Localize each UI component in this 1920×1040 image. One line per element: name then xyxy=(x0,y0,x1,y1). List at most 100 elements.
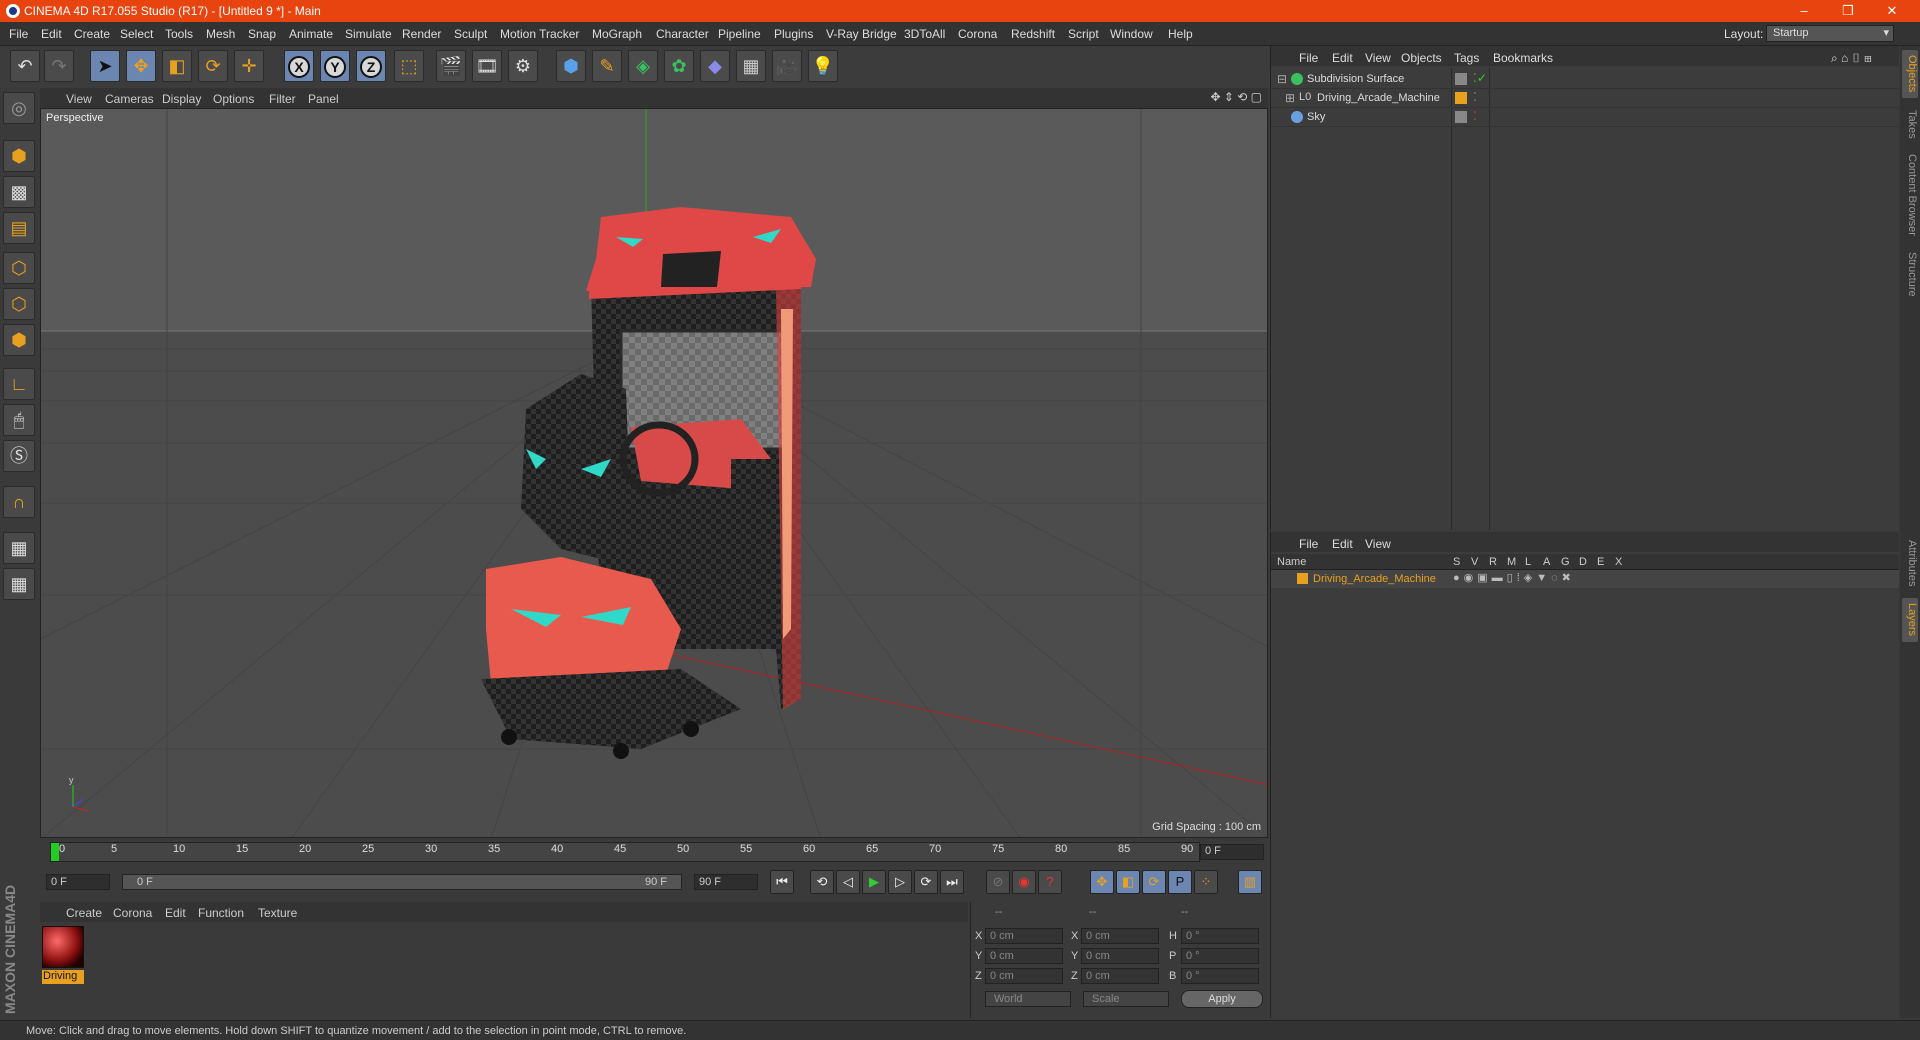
layer-row[interactable]: Driving_Arcade_Machine ●◉▣▬▯⁞◈▼◌✖ xyxy=(1271,570,1899,588)
column-animation[interactable]: A xyxy=(1543,556,1550,568)
key-scale-icon[interactable]: ◧ xyxy=(1116,870,1140,894)
rotate-icon[interactable]: ⟳ xyxy=(198,50,228,82)
cube-object-icon[interactable]: ⬢ xyxy=(556,50,586,82)
polygons-mode-icon[interactable]: ⬢ xyxy=(3,324,35,356)
model-mode-icon[interactable]: ⬢ xyxy=(3,140,35,172)
apply-button[interactable]: Apply xyxy=(1181,990,1263,1008)
material-menu-create[interactable]: Create xyxy=(66,906,102,920)
transform-icon[interactable]: ✛ xyxy=(234,50,264,82)
undo-icon[interactable]: ↶ xyxy=(10,50,40,82)
object-row-sky[interactable]: Sky ⁚ xyxy=(1271,108,1899,127)
tweak-mode-icon[interactable]: 🖱 xyxy=(3,404,35,436)
column-deformers[interactable]: D xyxy=(1579,556,1587,568)
objects-menu-objects[interactable]: Objects xyxy=(1401,51,1442,65)
material-preview-icon[interactable] xyxy=(42,926,84,968)
size-x-field[interactable]: 0 cm xyxy=(1081,928,1159,944)
edges-mode-icon[interactable]: ⬡ xyxy=(3,288,35,320)
autokey-icon[interactable]: ? xyxy=(1038,870,1062,894)
column-xref[interactable]: X xyxy=(1615,556,1622,568)
column-locked[interactable]: L xyxy=(1525,556,1531,568)
make-editable-icon[interactable]: ◎ xyxy=(3,92,35,124)
timeline-window-icon[interactable]: ▥ xyxy=(1238,870,1262,894)
column-view[interactable]: V xyxy=(1471,556,1478,568)
expand-icon[interactable]: ⊞ xyxy=(1285,91,1295,105)
perspective-viewport[interactable]: y Perspective Grid Spacing : 100 cm xyxy=(40,108,1268,838)
material-menu-corona[interactable]: Corona xyxy=(113,906,152,920)
object-row-subdivision-surface[interactable]: ⊟ Subdivision Surface ⁚✓ xyxy=(1271,70,1899,89)
coord-mode-select[interactable]: World xyxy=(985,991,1071,1007)
menu-motion-tracker[interactable]: Motion Tracker xyxy=(500,27,579,41)
collapse-icon[interactable]: ⊟ xyxy=(1277,72,1287,86)
menu-redshift[interactable]: Redshift xyxy=(1011,27,1055,41)
layer-toggle-icons[interactable]: ●◉▣▬▯⁞◈▼◌✖ xyxy=(1453,571,1575,584)
motion-record-icon[interactable]: ⊘ xyxy=(986,870,1010,894)
tab-structure[interactable]: Structure xyxy=(1902,246,1918,302)
menu-mesh[interactable]: Mesh xyxy=(206,27,235,41)
frame-range-slider[interactable]: 0 F 90 F xyxy=(122,874,682,890)
object-search-icon[interactable]: ⌕ ⌂ ▯ ⊞ xyxy=(1831,51,1872,66)
tab-takes[interactable]: Takes xyxy=(1902,104,1918,144)
tab-layers[interactable]: Layers xyxy=(1902,598,1918,642)
grid-snap-icon[interactable]: ▦ xyxy=(3,568,35,600)
objects-menu-view[interactable]: View xyxy=(1365,51,1391,65)
close-icon[interactable]: ✕ xyxy=(1872,2,1912,20)
axis-mode-icon[interactable]: ∟ xyxy=(3,368,35,400)
subdivision-icon[interactable]: ◈ xyxy=(628,50,658,82)
column-generators[interactable]: G xyxy=(1561,556,1570,568)
go-to-end-icon[interactable]: ⏭ xyxy=(940,870,964,894)
redo-icon[interactable]: ↷ xyxy=(44,50,74,82)
x-axis-lock-icon[interactable]: X xyxy=(284,50,314,82)
previous-frame-icon[interactable]: ◁ xyxy=(836,870,860,894)
rotation-b-field[interactable]: 0 ° xyxy=(1181,968,1259,984)
playhead[interactable] xyxy=(51,843,59,861)
start-frame-field[interactable]: 0 F xyxy=(46,874,110,890)
menu-3dtoall[interactable]: 3DToAll xyxy=(904,27,945,41)
go-to-start-icon[interactable]: ⏮ xyxy=(770,870,794,894)
menu-file[interactable]: File xyxy=(9,27,28,41)
column-solo[interactable]: S xyxy=(1453,556,1460,568)
restore-icon[interactable]: ❐ xyxy=(1828,2,1868,20)
workplane-lock-icon[interactable]: ▦ xyxy=(3,532,35,564)
material-menu-texture[interactable]: Texture xyxy=(258,906,297,920)
material-menu-function[interactable]: Function xyxy=(198,906,244,920)
tab-content-browser[interactable]: Content Browser xyxy=(1902,150,1918,240)
menu-render[interactable]: Render xyxy=(402,27,441,41)
viewport-menu-cameras[interactable]: Cameras xyxy=(105,92,154,106)
objects-menu-tags[interactable]: Tags xyxy=(1454,51,1479,65)
next-frame-icon[interactable]: ▷ xyxy=(888,870,912,894)
menu-character[interactable]: Character xyxy=(656,27,709,41)
light-icon[interactable]: 💡 xyxy=(808,50,838,82)
menu-animate[interactable]: Animate xyxy=(289,27,333,41)
mograph-cloner-icon[interactable]: ✿ xyxy=(664,50,694,82)
key-rotation-icon[interactable]: ⟳ xyxy=(1142,870,1166,894)
viewport-menu-view[interactable]: View xyxy=(66,92,92,106)
position-y-field[interactable]: 0 cm xyxy=(985,948,1063,964)
workplane-icon[interactable]: ▤ xyxy=(3,212,35,244)
layers-menu-view[interactable]: View xyxy=(1365,537,1391,551)
tab-objects[interactable]: Objects xyxy=(1902,50,1918,98)
menu-script[interactable]: Script xyxy=(1068,27,1099,41)
minimize-icon[interactable]: – xyxy=(1784,2,1824,20)
viewport-menu-options[interactable]: Options xyxy=(213,92,254,106)
column-expressions[interactable]: E xyxy=(1597,556,1604,568)
move-icon[interactable]: ✥ xyxy=(126,50,156,82)
coord-scale-select[interactable]: Scale xyxy=(1083,991,1169,1007)
viewport-navigation-icons[interactable]: ✥ ⇕ ⟲ ▢ xyxy=(1210,90,1262,104)
magnet-icon[interactable]: ∩ xyxy=(3,486,35,518)
size-y-field[interactable]: 0 cm xyxy=(1081,948,1159,964)
material-menu-edit[interactable]: Edit xyxy=(165,906,186,920)
objects-menu-bookmarks[interactable]: Bookmarks xyxy=(1493,51,1553,65)
render-view-icon[interactable]: 🎬 xyxy=(436,50,466,82)
layer-tag-icon[interactable] xyxy=(1455,73,1467,85)
layers-menu-file[interactable]: File xyxy=(1299,537,1318,551)
rotation-h-field[interactable]: 0 ° xyxy=(1181,928,1259,944)
render-settings-icon[interactable]: ⚙ xyxy=(508,50,538,82)
menu-tools[interactable]: Tools xyxy=(165,27,193,41)
layout-select[interactable]: Startup xyxy=(1766,25,1894,42)
previous-key-icon[interactable]: ⟲ xyxy=(810,870,834,894)
camera-icon[interactable]: 🎥 xyxy=(772,50,802,82)
next-key-icon[interactable]: ⟳ xyxy=(914,870,938,894)
layers-menu-edit[interactable]: Edit xyxy=(1332,537,1353,551)
snap-icon[interactable]: Ⓢ xyxy=(3,440,35,472)
layer-color-icon[interactable] xyxy=(1455,92,1467,104)
